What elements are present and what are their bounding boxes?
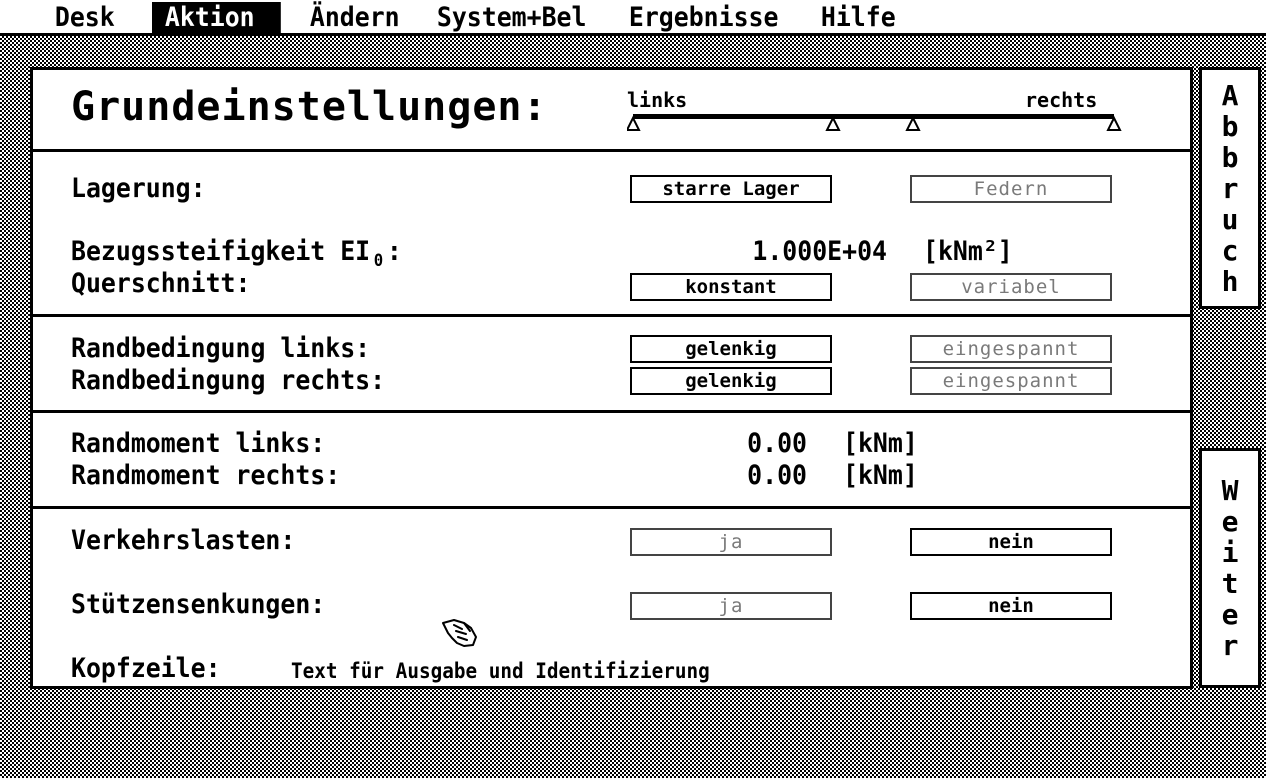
abbruch-letter: h — [1221, 264, 1239, 298]
pointing-hand-cursor-icon — [442, 619, 477, 647]
variabel-option[interactable]: variabel — [910, 273, 1112, 301]
support-icon — [1106, 115, 1122, 131]
divider — [33, 410, 1190, 413]
weiter-button[interactable]: W e i t e r — [1199, 448, 1261, 688]
steifigkeit-label: Bezugssteifigkeit EI 0: — [71, 236, 402, 271]
abbruch-letter: b — [1221, 140, 1239, 174]
support-icon — [905, 115, 921, 131]
beam-diagram — [627, 114, 1122, 131]
kopfzeile-input[interactable]: Text für Ausgabe und Identifizierung — [291, 659, 710, 683]
abbruch-letter: u — [1221, 202, 1239, 236]
steifigkeit-unit: [kNm²] — [923, 236, 1013, 267]
dialog-title: Grundeinstellungen: — [71, 84, 548, 130]
rand-links-label: Randbedingung links: — [71, 333, 371, 364]
moment-links-value[interactable]: 0.00 — [693, 428, 807, 459]
abbruch-letter: c — [1221, 233, 1239, 267]
moment-rechts-value[interactable]: 0.00 — [693, 460, 807, 491]
moment-rechts-unit: [kNm] — [843, 460, 918, 491]
starre-lager-option[interactable]: starre Lager — [630, 175, 832, 203]
divider — [33, 314, 1190, 317]
menu-aktion[interactable]: Aktion — [152, 2, 281, 34]
beam-right-label: rechts — [1025, 88, 1098, 112]
rand-links-eingespannt-option[interactable]: eingespannt — [910, 335, 1112, 363]
kopfzeile-label: Kopfzeile: — [71, 653, 221, 684]
menu-bar: Desk Aktion Ändern System+Bel Ergebnisse… — [0, 0, 1266, 36]
divider — [33, 506, 1190, 509]
steifigkeit-value[interactable]: 1.000E+04 — [699, 236, 887, 267]
rand-rechts-eingespannt-option[interactable]: eingespannt — [910, 367, 1112, 395]
konstant-option[interactable]: konstant — [630, 273, 832, 301]
weiter-letter: W — [1221, 474, 1239, 507]
beam-left-label: links — [627, 88, 688, 112]
menu-ergebnisse[interactable]: Ergebnisse — [616, 2, 791, 34]
settings-dialog: Grundeinstellungen: links rechts Lagerun… — [30, 67, 1193, 689]
steifigkeit-subscript: 0 — [373, 251, 384, 271]
weiter-letter: e — [1221, 598, 1239, 631]
rand-links-gelenkig-option[interactable]: gelenkig — [630, 335, 832, 363]
verkehr-ja-option[interactable]: ja — [630, 528, 832, 556]
menu-aendern[interactable]: Ändern — [297, 2, 413, 34]
menu-desk[interactable]: Desk — [42, 2, 128, 34]
menu-hilfe[interactable]: Hilfe — [808, 2, 909, 34]
rand-rechts-gelenkig-option[interactable]: gelenkig — [630, 367, 832, 395]
abbruch-letter: b — [1221, 109, 1239, 143]
stuetzen-label: Stützensenkungen: — [71, 589, 326, 620]
lagerung-label: Lagerung: — [71, 173, 206, 204]
stuetzen-ja-option[interactable]: ja — [630, 592, 832, 620]
weiter-letter: i — [1221, 536, 1239, 569]
rand-rechts-label: Randbedingung rechts: — [71, 365, 386, 396]
support-icon — [825, 115, 841, 131]
beam-line — [633, 114, 1114, 119]
weiter-letter: r — [1221, 629, 1239, 662]
verkehr-nein-option[interactable]: nein — [910, 528, 1112, 556]
support-icon — [627, 115, 641, 131]
weiter-letter: t — [1221, 567, 1239, 600]
moment-links-unit: [kNm] — [843, 428, 918, 459]
querschnitt-label: Querschnitt: — [71, 268, 251, 299]
moment-links-label: Randmoment links: — [71, 428, 326, 459]
weiter-letter: e — [1221, 505, 1239, 538]
divider — [33, 149, 1190, 152]
steifigkeit-label-text: Bezugssteifigkeit EI — [71, 236, 371, 267]
moment-rechts-label: Randmoment rechts: — [71, 460, 341, 491]
menu-system-bel[interactable]: System+Bel — [424, 2, 599, 34]
verkehr-label: Verkehrslasten: — [71, 525, 296, 556]
abbruch-letter: r — [1221, 171, 1239, 205]
abbruch-letter: A — [1221, 78, 1239, 112]
steifigkeit-colon: : — [386, 236, 402, 267]
federn-option[interactable]: Federn — [910, 175, 1112, 203]
stuetzen-nein-option[interactable]: nein — [910, 592, 1112, 620]
abbruch-button[interactable]: A b b r u c h — [1199, 67, 1261, 309]
